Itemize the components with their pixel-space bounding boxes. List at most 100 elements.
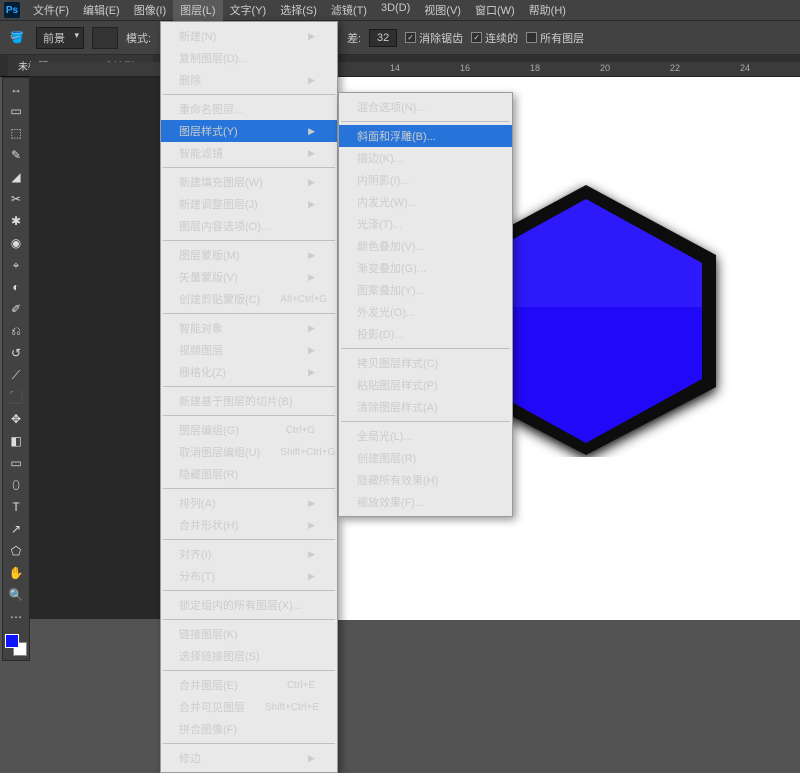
menu-10[interactable]: 帮助(H) <box>522 0 573 21</box>
tool-17[interactable]: ▭ <box>3 452 29 474</box>
menu-item[interactable]: 混合选项(N)... <box>339 96 512 118</box>
menu-3[interactable]: 图层(L) <box>173 0 222 21</box>
tool-23[interactable]: 🔍 <box>3 584 29 606</box>
tool-20[interactable]: ↗ <box>3 518 29 540</box>
menu-8[interactable]: 视图(V) <box>417 0 468 21</box>
fill-source-dropdown[interactable]: 前景 <box>36 27 84 49</box>
menu-item-label: 合并可见图层 <box>179 699 245 715</box>
ruler-mark: 16 <box>460 63 470 73</box>
tool-22[interactable]: ✋ <box>3 562 29 584</box>
tool-5[interactable]: ✂ <box>3 188 29 210</box>
menu-item[interactable]: 矢量蒙版(V)▶ <box>161 266 337 288</box>
menu-4[interactable]: 文字(Y) <box>223 0 274 21</box>
menu-item[interactable]: 图案叠加(Y)... <box>339 279 512 301</box>
menu-separator <box>163 488 335 489</box>
app-logo: Ps <box>4 2 20 18</box>
tool-12[interactable]: ↺ <box>3 342 29 364</box>
tool-18[interactable]: ⬯ <box>3 474 29 496</box>
tool-11[interactable]: ⎌ <box>3 320 29 342</box>
antialias-checkbox[interactable]: ✓消除锯齿 <box>405 30 463 46</box>
menu-9[interactable]: 窗口(W) <box>468 0 522 21</box>
bucket-icon[interactable]: 🪣 <box>6 27 28 49</box>
mode-label: 模式: <box>126 30 151 46</box>
menu-item[interactable]: 合并可见图层Shift+Ctrl+E <box>161 696 337 718</box>
shortcut-label: Alt+Ctrl+G <box>280 294 327 305</box>
menu-item[interactable]: 新建填充图层(W)▶ <box>161 171 337 193</box>
menu-item[interactable]: 复制图层(D)... <box>161 47 337 69</box>
menu-item: 拷贝图层样式(C) <box>339 352 512 374</box>
menu-7[interactable]: 3D(D) <box>374 0 417 21</box>
menu-item[interactable]: 图层编组(G)Ctrl+G <box>161 419 337 441</box>
layer-style-submenu: 混合选项(N)... 斜面和浮雕(B)...描边(K)...内阴影(I)...内发… <box>338 92 513 517</box>
menu-item[interactable]: 新建调整图层(J)▶ <box>161 193 337 215</box>
tool-9[interactable]: ◐ <box>3 276 29 298</box>
menu-item[interactable]: 新建(N)▶ <box>161 25 337 47</box>
tool-15[interactable]: ✥ <box>3 408 29 430</box>
tool-13[interactable]: ⟋ <box>3 364 29 386</box>
menu-item[interactable]: 删除▶ <box>161 69 337 91</box>
menu-0[interactable]: 文件(F) <box>26 0 76 21</box>
menu-item[interactable]: 排列(A)▶ <box>161 492 337 514</box>
menu-item[interactable]: 智能对象▶ <box>161 317 337 339</box>
menu-item[interactable]: 斜面和浮雕(B)... <box>339 125 512 147</box>
menu-separator <box>163 386 335 387</box>
menu-item[interactable]: 投影(D)... <box>339 323 512 345</box>
tool-1[interactable]: ▭ <box>3 100 29 122</box>
color-swatches[interactable] <box>3 632 29 660</box>
ruler-mark: 24 <box>740 63 750 73</box>
tool-4[interactable]: ◢ <box>3 166 29 188</box>
menu-6[interactable]: 滤镜(T) <box>324 0 374 21</box>
menu-item[interactable]: 重命名图层... <box>161 98 337 120</box>
menu-item-label: 取消图层编组(U) <box>179 444 260 460</box>
menu-item[interactable]: 描边(K)... <box>339 147 512 169</box>
all-layers-checkbox[interactable]: 所有图层 <box>526 30 584 46</box>
fg-swatch[interactable] <box>5 634 19 648</box>
options-bar: 🪣 前景 模式: 差: 32 ✓消除锯齿 ✓连续的 所有图层 <box>0 21 800 55</box>
submenu-arrow-icon: ▶ <box>308 126 315 137</box>
menu-item[interactable]: 颜色叠加(V)... <box>339 235 512 257</box>
menu-item[interactable]: 隐藏所有效果(H) <box>339 469 512 491</box>
tool-3[interactable]: ✎ <box>3 144 29 166</box>
menu-item[interactable]: 创建剪贴蒙版(C)Alt+Ctrl+G <box>161 288 337 310</box>
tolerance-input[interactable]: 32 <box>369 29 397 47</box>
tool-10[interactable]: ✐ <box>3 298 29 320</box>
tool-6[interactable]: ✱ <box>3 210 29 232</box>
menu-1[interactable]: 编辑(E) <box>76 0 127 21</box>
menu-item[interactable]: 光泽(T)... <box>339 213 512 235</box>
menu-item-label: 混合选项(N)... <box>357 99 425 115</box>
tool-24[interactable]: ⋯ <box>3 606 29 628</box>
tool-14[interactable]: ⬛ <box>3 386 29 408</box>
menu-item-label: 合并图层(E) <box>179 677 238 693</box>
menu-2[interactable]: 图像(I) <box>127 0 173 21</box>
menu-item[interactable]: 栅格化(Z)▶ <box>161 361 337 383</box>
contiguous-checkbox[interactable]: ✓连续的 <box>471 30 518 46</box>
tool-16[interactable]: ◧ <box>3 430 29 452</box>
menu-item[interactable]: 取消图层编组(U)Shift+Ctrl+G <box>161 441 337 463</box>
menu-item[interactable]: 视频图层▶ <box>161 339 337 361</box>
menu-item[interactable]: 新建基于图层的切片(B) <box>161 390 337 412</box>
menu-item[interactable]: 隐藏图层(R) <box>161 463 337 485</box>
tool-8[interactable]: ⌖ <box>3 254 29 276</box>
menu-item[interactable]: 合并图层(E)Ctrl+E <box>161 674 337 696</box>
menu-item[interactable]: 修边▶ <box>161 747 337 769</box>
menu-item[interactable]: 内阴影(I)... <box>339 169 512 191</box>
tool-7[interactable]: ◉ <box>3 232 29 254</box>
tool-21[interactable]: ⬠ <box>3 540 29 562</box>
menu-item[interactable]: 外发光(O)... <box>339 301 512 323</box>
tool-0[interactable]: ↔ <box>3 78 29 100</box>
menu-item[interactable]: 拼合图像(F) <box>161 718 337 740</box>
menu-item[interactable]: 渐变叠加(G)... <box>339 257 512 279</box>
menu-separator <box>163 240 335 241</box>
pattern-swatch[interactable] <box>92 27 118 49</box>
toolbox: ↔▭⬚✎◢✂✱◉⌖◐✐⎌↺⟋⬛✥◧▭⬯T↗⬠✋🔍⋯ <box>2 77 30 661</box>
menu-item[interactable]: 图层蒙版(M)▶ <box>161 244 337 266</box>
menu-item[interactable]: 全局光(L)... <box>339 425 512 447</box>
menu-item[interactable]: 内发光(W)... <box>339 191 512 213</box>
menu-item-label: 矢量蒙版(V) <box>179 269 238 285</box>
menu-5[interactable]: 选择(S) <box>273 0 324 21</box>
menu-item[interactable]: 图层样式(Y)▶ <box>161 120 337 142</box>
tool-19[interactable]: T <box>3 496 29 518</box>
tool-2[interactable]: ⬚ <box>3 122 29 144</box>
menu-item-label: 新建(N) <box>179 28 216 44</box>
menu-item: 图层内容选项(O)... <box>161 215 337 237</box>
